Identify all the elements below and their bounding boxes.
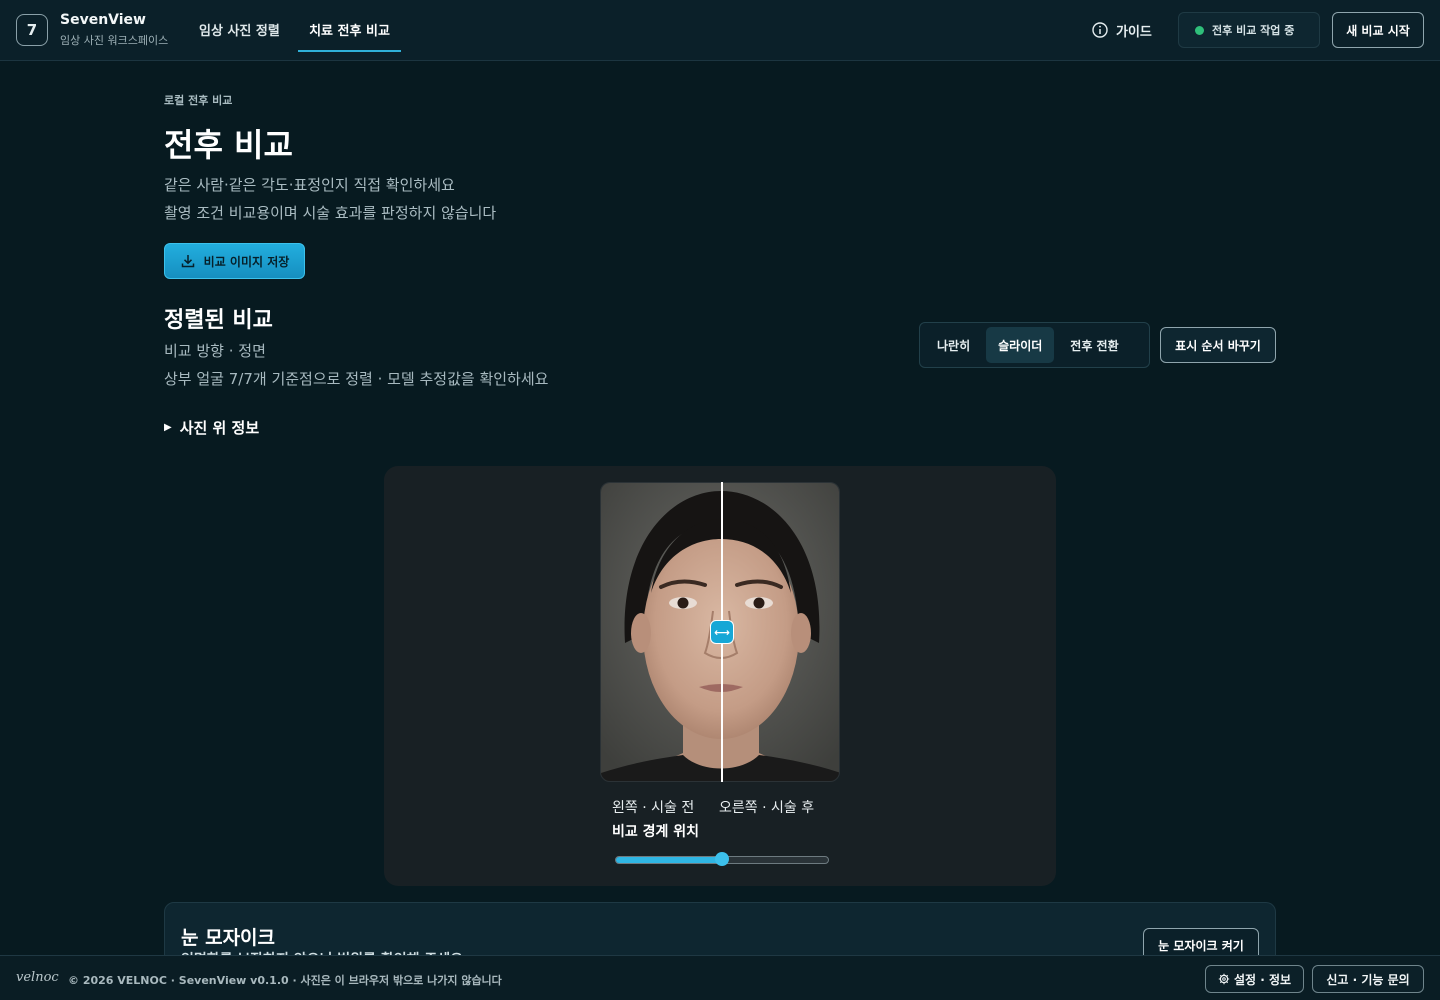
view-mode-slider[interactable]: 슬라이더: [986, 327, 1055, 363]
top-bar: 7 SevenView 임상 사진 워크스페이스 임상 사진 정렬 치료 전후 …: [0, 0, 1440, 61]
subtitle-line-2: 촬영 조건 비교용이며 시술 효과를 판정하지 않습니다: [164, 204, 497, 222]
section-title: 정렬된 비교: [164, 308, 273, 333]
disclosure-triangle-icon: ▶: [164, 422, 172, 433]
copyright-text: © 2026 VELNOC · SevenView v0.1.0 · 사진은 이…: [68, 974, 502, 987]
settings-label: 설정 · 정보: [1233, 972, 1292, 987]
save-label: 비교 이미지 저장: [203, 254, 290, 269]
save-compare-image-button[interactable]: 비교 이미지 저장: [164, 243, 305, 279]
page-title: 전후 비교: [164, 126, 293, 164]
guide-label: 가이드: [1116, 24, 1152, 40]
guide-link[interactable]: 가이드: [1092, 20, 1152, 40]
subtitle-line-1: 같은 사람·같은 각도·표정인지 직접 확인하세요: [164, 176, 455, 194]
brand-logo: velnoc: [16, 970, 59, 985]
status-label: 전후 비교 작업 중: [1212, 24, 1295, 37]
mosaic-title: 눈 모자이크: [181, 927, 276, 949]
alignment-info: 상부 얼굴 7/7개 기준점으로 정렬 · 모델 추정값을 확인하세요: [164, 370, 549, 388]
status-dot-icon: [1195, 25, 1204, 35]
compare-direction: 비교 방향 · 정면: [164, 342, 266, 360]
app-logo[interactable]: 7: [16, 14, 48, 46]
status-badge: 전후 비교 작업 중: [1178, 12, 1320, 48]
before-label: 왼쪽 · 시술 전: [612, 800, 695, 816]
footer: velnoc © 2026 VELNOC · SevenView v0.1.0 …: [0, 955, 1440, 1000]
download-icon: [181, 255, 194, 268]
gear-icon: [1218, 973, 1230, 985]
tab-photo-align[interactable]: 임상 사진 정렬: [199, 20, 280, 52]
app-subtitle: 임상 사진 워크스페이스: [60, 34, 169, 47]
new-compare-button[interactable]: 새 비교 시작: [1332, 12, 1424, 48]
photo-info-disclosure[interactable]: ▶ 사진 위 정보: [164, 417, 259, 438]
after-label: 오른쪽 · 시술 후: [719, 800, 815, 816]
view-mode-side-by-side[interactable]: 나란히: [925, 327, 982, 363]
report-feedback-button[interactable]: 신고 · 기능 문의: [1312, 965, 1424, 993]
divider-position-label: 비교 경계 위치: [612, 824, 700, 840]
slider-thumb[interactable]: [715, 852, 729, 866]
breadcrumb: 로컬 전후 비교: [164, 94, 233, 107]
view-mode-toggle[interactable]: 전후 전환: [1058, 327, 1130, 363]
tab-before-after[interactable]: 치료 전후 비교: [298, 20, 401, 52]
swap-order-button[interactable]: 표시 순서 바꾸기: [1160, 327, 1276, 363]
slider-fill: [616, 857, 723, 863]
app-name: SevenView: [60, 12, 146, 28]
view-mode-switch: 나란히 슬라이더 전후 전환: [919, 322, 1150, 368]
photo-info-label: 사진 위 정보: [179, 419, 260, 437]
settings-info-button[interactable]: 설정 · 정보: [1205, 965, 1304, 993]
info-icon: [1092, 22, 1108, 38]
resize-horizontal-icon[interactable]: ⟷: [710, 620, 734, 644]
